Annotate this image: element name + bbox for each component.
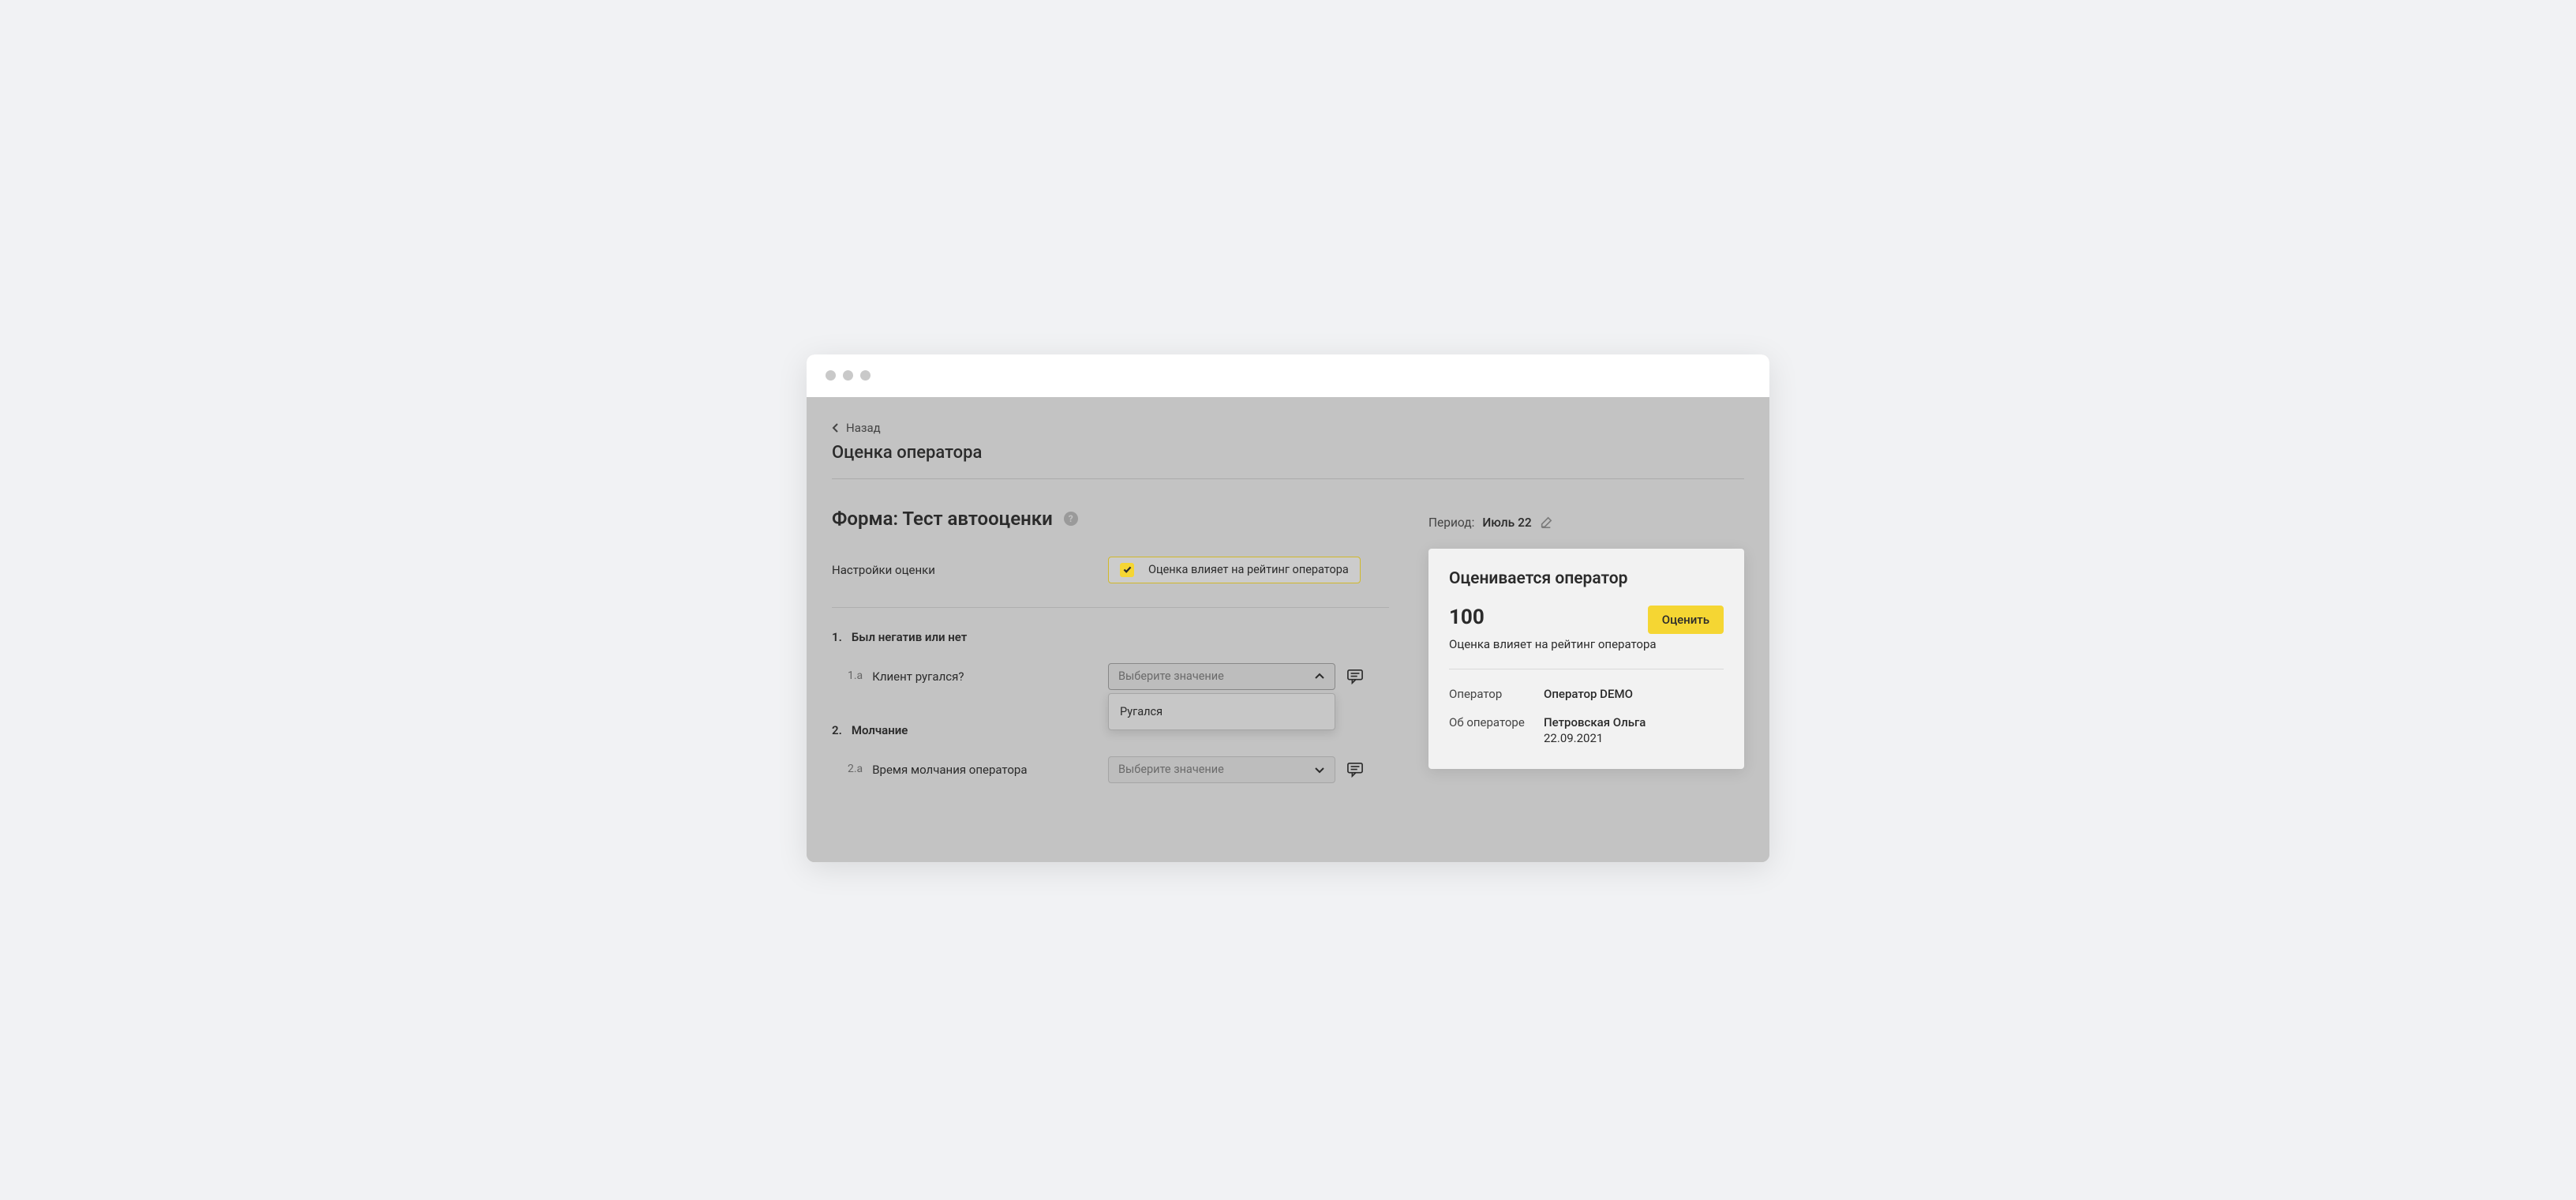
chevron-up-icon bbox=[1314, 671, 1325, 682]
score-value: 100 bbox=[1449, 606, 1485, 629]
form-title: Форма: Тест автооценки bbox=[832, 508, 1053, 530]
about-operator-date: 22.09.2021 bbox=[1544, 731, 1646, 745]
dropdown-open: Ругался bbox=[1108, 693, 1335, 730]
dropdown-option[interactable]: Ругался bbox=[1109, 697, 1335, 726]
about-operator-label: Об операторе bbox=[1449, 715, 1544, 745]
settings-checkbox-label: Оценка влияет на рейтинг оператора bbox=[1148, 563, 1349, 576]
window-titlebar bbox=[807, 354, 1769, 397]
section-title: Был негатив или нет bbox=[852, 630, 967, 644]
question-number: 2.a bbox=[848, 763, 863, 777]
chevron-down-icon bbox=[1314, 764, 1325, 775]
comment-button[interactable] bbox=[1346, 668, 1364, 685]
section-title: Молчание bbox=[852, 723, 908, 737]
help-icon[interactable]: ? bbox=[1064, 512, 1078, 526]
period-label: Период: bbox=[1428, 516, 1474, 530]
operator-card: Оценивается оператор 100 Оценить Оценка … bbox=[1428, 549, 1744, 769]
settings-label: Настройки оценки bbox=[832, 563, 1108, 577]
window-dot bbox=[826, 370, 836, 381]
period-value: Июль 22 bbox=[1482, 516, 1531, 530]
select-silence-time[interactable]: Выберите значение bbox=[1108, 756, 1335, 783]
about-operator-name: Петровская Ольга bbox=[1544, 715, 1646, 729]
app-window: Назад Оценка оператора Форма: Тест автоо… bbox=[807, 354, 1769, 862]
checkbox-checked[interactable] bbox=[1120, 563, 1134, 577]
question-number: 1.a bbox=[848, 669, 863, 684]
settings-checkbox-row[interactable]: Оценка влияет на рейтинг оператора bbox=[1108, 557, 1361, 583]
comment-icon bbox=[1346, 762, 1364, 778]
comment-icon bbox=[1346, 669, 1364, 684]
select-placeholder: Выберите значение bbox=[1118, 669, 1224, 683]
period-row: Период: Июль 22 bbox=[1428, 516, 1744, 530]
rate-button[interactable]: Оценить bbox=[1648, 606, 1724, 634]
question-label: Клиент ругался? bbox=[872, 669, 964, 684]
window-dot bbox=[843, 370, 853, 381]
card-subtitle: Оценка влияет на рейтинг оператора bbox=[1449, 637, 1724, 651]
page-title: Оценка оператора bbox=[832, 443, 1744, 463]
operator-label: Оператор bbox=[1449, 687, 1544, 701]
window-dot bbox=[860, 370, 871, 381]
back-label: Назад bbox=[846, 421, 881, 435]
select-placeholder: Выберите значение bbox=[1118, 763, 1224, 776]
check-icon bbox=[1123, 566, 1132, 573]
chevron-left-icon bbox=[832, 422, 840, 433]
card-title: Оценивается оператор bbox=[1449, 569, 1724, 588]
comment-button[interactable] bbox=[1346, 761, 1364, 778]
section-number: 1. bbox=[832, 630, 842, 644]
divider bbox=[832, 607, 1389, 608]
operator-value: Оператор DEMO bbox=[1544, 687, 1633, 701]
back-button[interactable]: Назад bbox=[832, 421, 1744, 435]
select-client-swore[interactable]: Выберите значение bbox=[1108, 663, 1335, 690]
edit-icon[interactable] bbox=[1540, 516, 1552, 529]
section-number: 2. bbox=[832, 723, 842, 737]
divider bbox=[832, 478, 1744, 479]
question-label: Время молчания оператора bbox=[872, 763, 1027, 777]
